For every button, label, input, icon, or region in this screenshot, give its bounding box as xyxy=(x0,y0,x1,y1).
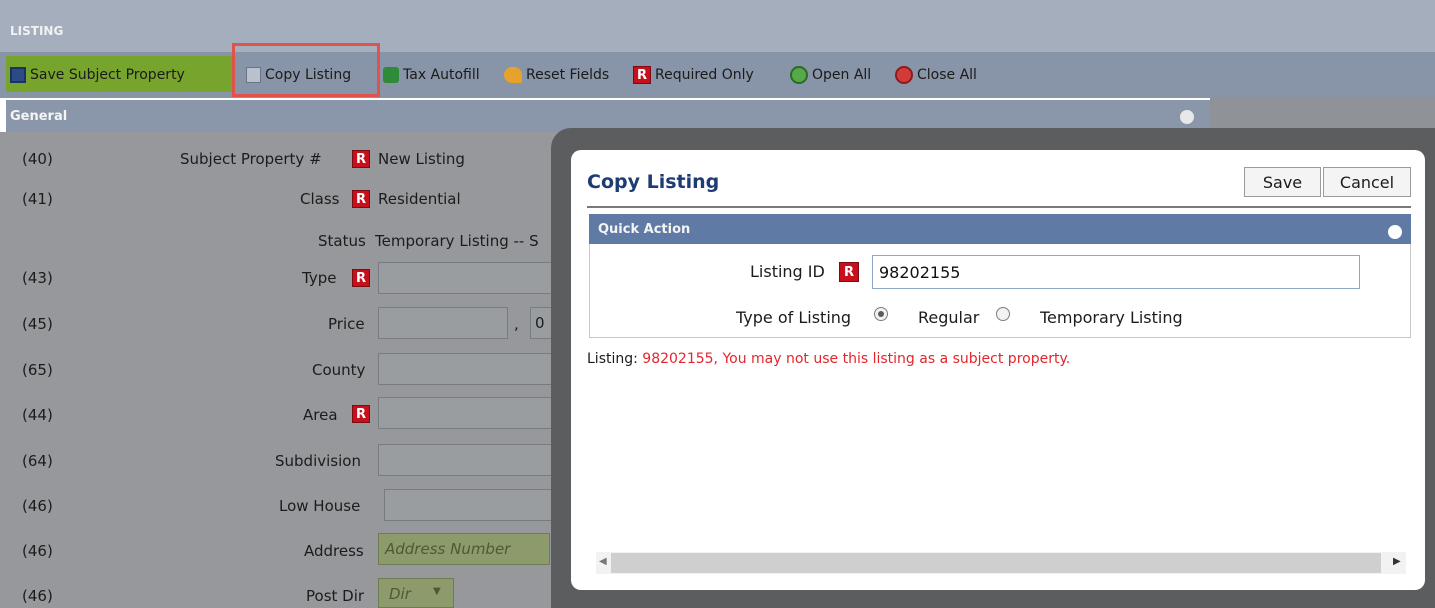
listing-header-bar xyxy=(0,0,1435,52)
price-label: Price xyxy=(328,315,365,333)
subdivision-label: Subdivision xyxy=(275,452,361,470)
class-label: Class xyxy=(300,190,340,208)
listing-id-input[interactable] xyxy=(872,255,1360,289)
required-icon: R xyxy=(839,262,859,282)
field-number: (46) xyxy=(22,497,53,515)
area-field[interactable] xyxy=(378,397,558,429)
low-house-label: Low House xyxy=(279,497,361,515)
title-divider xyxy=(587,206,1411,208)
required-icon: R xyxy=(352,190,370,208)
required-only-label: Required Only xyxy=(655,67,754,83)
regular-option-label: Regular xyxy=(918,308,980,327)
tax-autofill-label: Tax Autofill xyxy=(403,67,480,83)
required-icon: R xyxy=(352,150,370,168)
save-subject-property-button[interactable]: Save Subject Property xyxy=(10,64,185,86)
area-label: Area xyxy=(303,406,338,424)
error-message: Listing: 98202155, You may not use this … xyxy=(587,351,1070,367)
required-only-button[interactable]: R Required Only xyxy=(633,64,754,86)
reset-fields-button[interactable]: Reset Fields xyxy=(504,64,609,86)
status-label: Status xyxy=(318,232,366,250)
field-number: (64) xyxy=(22,452,53,470)
price-separator: , xyxy=(514,315,519,333)
field-number: (44) xyxy=(22,406,53,424)
field-number: (43) xyxy=(22,269,53,287)
class-value: Residential xyxy=(378,190,461,208)
low-house-field[interactable] xyxy=(384,489,558,521)
collapse-icon[interactable] xyxy=(1388,225,1402,239)
scrollbar-thumb[interactable] xyxy=(611,553,1381,573)
subject-property-label: Subject Property # xyxy=(180,150,322,168)
field-number: (40) xyxy=(22,150,53,168)
required-icon: R xyxy=(352,405,370,423)
close-all-button[interactable]: Close All xyxy=(895,64,977,86)
save-button[interactable]: Save xyxy=(1244,167,1321,197)
open-all-label: Open All xyxy=(812,67,872,83)
status-value: Temporary Listing -- S xyxy=(375,232,539,250)
price-cents-value: 0 xyxy=(535,314,545,332)
floppy-disk-icon xyxy=(10,67,26,83)
field-number: (46) xyxy=(22,587,53,605)
field-number: (46) xyxy=(22,542,53,560)
tax-autofill-button[interactable]: Tax Autofill xyxy=(383,64,480,86)
address-number-placeholder: Address Number xyxy=(385,540,511,558)
reset-icon xyxy=(504,67,522,83)
save-subject-property-label: Save Subject Property xyxy=(30,67,185,83)
reset-fields-label: Reset Fields xyxy=(526,67,610,83)
close-all-label: Close All xyxy=(917,67,977,83)
post-dir-select[interactable]: Dir ▼ xyxy=(378,578,454,608)
temporary-listing-option-label: Temporary Listing xyxy=(1040,308,1183,327)
required-icon: R xyxy=(352,269,370,287)
address-number-field[interactable]: Address Number xyxy=(378,533,550,565)
field-number: (45) xyxy=(22,315,53,333)
regular-radio[interactable] xyxy=(874,307,888,321)
scroll-right-icon[interactable]: ▶ xyxy=(1393,556,1401,567)
county-label: County xyxy=(312,361,366,379)
tax-autofill-icon xyxy=(383,67,399,83)
general-section-title: General xyxy=(10,109,68,124)
dialog-title: Copy Listing xyxy=(587,171,720,193)
temporary-listing-radio[interactable] xyxy=(996,307,1010,321)
subject-property-value: New Listing xyxy=(378,150,465,168)
post-dir-label: Post Dir xyxy=(306,587,365,605)
copy-listing-highlight xyxy=(232,43,380,97)
type-of-listing-label: Type of Listing xyxy=(736,308,852,327)
dropdown-arrow-icon: ▼ xyxy=(433,586,441,597)
listing-id-label: Listing ID xyxy=(750,262,825,281)
required-icon: R xyxy=(633,66,651,84)
collapse-icon[interactable] xyxy=(1180,110,1194,124)
cancel-button[interactable]: Cancel xyxy=(1323,167,1411,197)
price-dollars-field[interactable] xyxy=(378,307,508,339)
address-label: Address xyxy=(304,542,364,560)
listing-title: LISTING xyxy=(10,24,64,38)
quick-action-header xyxy=(589,214,1411,244)
type-field[interactable] xyxy=(378,262,558,294)
type-label: Type xyxy=(302,269,337,287)
close-all-icon xyxy=(895,66,913,84)
scroll-left-icon[interactable]: ◀ xyxy=(599,556,607,567)
error-message-text: 98202155, You may not use this listing a… xyxy=(642,351,1071,367)
county-field[interactable] xyxy=(378,353,558,385)
open-all-icon xyxy=(790,66,808,84)
quick-action-title: Quick Action xyxy=(598,222,691,237)
open-all-button[interactable]: Open All xyxy=(790,64,871,86)
subdivision-field[interactable] xyxy=(378,444,558,476)
field-number: (41) xyxy=(22,190,53,208)
post-dir-placeholder: Dir xyxy=(389,585,411,603)
error-message-prefix: Listing: xyxy=(587,351,638,367)
field-number: (65) xyxy=(22,361,53,379)
